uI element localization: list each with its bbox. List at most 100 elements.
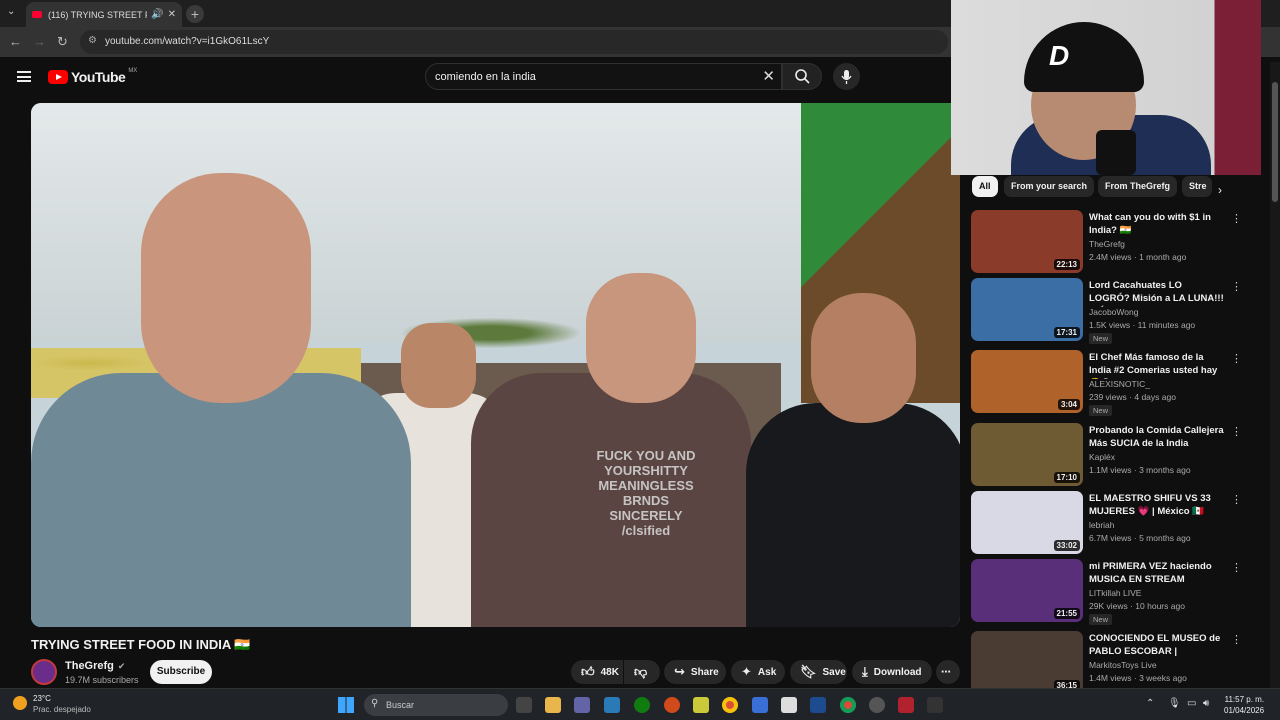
app-z-icon[interactable] xyxy=(693,697,709,713)
video-player[interactable]: FUCK YOU AND YOURSHITTY MEANINGLESS BRND… xyxy=(31,103,960,627)
recommendation-thumbnail[interactable]: 3:04 xyxy=(971,350,1083,413)
xbox-icon[interactable] xyxy=(634,697,650,713)
terminal-icon[interactable] xyxy=(927,697,943,713)
origin-icon[interactable] xyxy=(664,697,680,713)
more-vertical-icon[interactable]: ⋮ xyxy=(1231,212,1242,225)
voice-search-button[interactable] xyxy=(833,63,860,90)
recommendation-title[interactable]: Probando la Comida Callejera Más SUCIA d… xyxy=(1089,424,1224,450)
recommendation-channel[interactable]: TheGrefg xyxy=(1089,239,1125,249)
recommendation-channel[interactable]: ALEXISNOTIC_ xyxy=(1089,379,1150,389)
teams-icon[interactable] xyxy=(574,697,590,713)
save-button[interactable]: 🔖︎ Save xyxy=(790,660,847,684)
show-hidden-icons-icon[interactable]: ⌃ xyxy=(1146,698,1154,709)
recommendation-channel[interactable]: lebriah xyxy=(1089,520,1115,530)
more-vertical-icon[interactable]: ⋮ xyxy=(1231,561,1242,574)
more-vertical-icon[interactable]: ⋮ xyxy=(1231,425,1242,438)
sparkle-icon: ✦ xyxy=(741,664,752,679)
recommendation-channel[interactable]: MarkitosToys Live xyxy=(1089,660,1157,670)
recommendation-item[interactable]: 36:15 CONOCIENDO EL MUSEO de PABLO ESCOBA… xyxy=(971,631,1242,695)
app-blue-icon[interactable] xyxy=(752,697,768,713)
recommendation-channel[interactable]: LITkillah LIVE xyxy=(1089,588,1141,598)
netflix-icon[interactable] xyxy=(898,697,914,713)
download-button[interactable]: ⤓ Download xyxy=(852,660,932,684)
browser-tab-active[interactable]: (116) TRYING STREET FOOD 🔊 ✕ xyxy=(26,2,182,27)
cap-logo: D xyxy=(1049,40,1070,71)
close-tab-icon[interactable]: ✕ xyxy=(168,9,176,20)
recommendation-title[interactable]: El Chef Más famoso de la India #2 Comeri… xyxy=(1089,351,1224,379)
recommendation-thumbnail[interactable]: 22:13 xyxy=(971,210,1083,273)
more-vertical-icon[interactable]: ⋮ xyxy=(1231,280,1242,293)
scrollbar-thumb[interactable] xyxy=(1272,82,1278,202)
ask-button[interactable]: ✦ Ask xyxy=(731,660,785,684)
epic-games-icon[interactable] xyxy=(516,697,532,713)
volume-icon[interactable]: 🔊︎ xyxy=(1203,698,1209,709)
start-menu-icon[interactable] xyxy=(338,697,354,713)
chrome-profile-icon[interactable] xyxy=(840,697,856,713)
youtube-logo[interactable]: YouTube MX xyxy=(48,68,137,85)
chip-from-your-search[interactable]: From your search xyxy=(1004,176,1095,197)
windows-taskbar: 23°C Prac. despejado ⚲ Buscar ⌃ 🎙︎ ▭ 🔊︎ … xyxy=(0,688,1280,720)
speaker-icon[interactable]: 🔊 xyxy=(151,9,163,20)
menu-icon[interactable] xyxy=(17,71,31,82)
dislike-button[interactable]: 👎︎ xyxy=(624,660,660,684)
recommendation-title[interactable]: What can you do with $1 in India? 🇮🇳 xyxy=(1089,211,1224,237)
page-scrollbar[interactable] xyxy=(1270,62,1280,688)
recommendation-item[interactable]: 3:04 El Chef Más famoso de la India #2 Co… xyxy=(971,350,1242,416)
microphone-tray-icon[interactable]: 🎙︎ xyxy=(1168,698,1181,709)
chrome-icon[interactable] xyxy=(722,697,738,713)
recommendation-thumbnail[interactable]: 17:10 xyxy=(971,423,1083,486)
recommendation-item[interactable]: 21:55 mi PRIMERA VEZ haciendo MUSICA EN S… xyxy=(971,559,1242,625)
youtube-header: YouTube MX comiendo en la india ✕ xyxy=(0,57,950,97)
subscribe-button[interactable]: Subscribe xyxy=(150,660,212,684)
reload-icon[interactable]: ↻ xyxy=(57,34,68,50)
video-person-4 xyxy=(746,403,960,627)
recommendation-thumbnail[interactable]: 33:02 xyxy=(971,491,1083,554)
recommendation-item[interactable]: 17:10 Probando la Comida Callejera Más SU… xyxy=(971,423,1242,487)
chevron-right-icon[interactable]: › xyxy=(1218,183,1222,197)
network-icon[interactable]: ▭ xyxy=(1187,698,1196,709)
photoshop-icon[interactable] xyxy=(810,697,826,713)
channel-name[interactable]: TheGrefg ✔ xyxy=(65,660,125,672)
recommendation-item[interactable]: 33:02 EL MAESTRO SHIFU VS 33 MUJERES 💗 | … xyxy=(971,491,1242,555)
recommendation-meta: 1.1M views · 3 months ago xyxy=(1089,465,1191,475)
weather-temp[interactable]: 23°C xyxy=(33,694,51,703)
download-icon: ⤓ xyxy=(862,664,868,679)
weather-icon[interactable] xyxy=(13,696,27,710)
clear-search-icon[interactable]: ✕ xyxy=(762,67,775,85)
chip-stream[interactable]: Stre xyxy=(1182,176,1212,197)
search-input[interactable]: comiendo en la india ✕ xyxy=(425,63,782,90)
recommendation-thumbnail[interactable]: 36:15 xyxy=(971,631,1083,694)
channel-avatar[interactable] xyxy=(31,659,57,685)
recommendation-title[interactable]: Lord Cacahuates LO LOGRÓ? Misión a LA LU… xyxy=(1089,279,1224,307)
taskbar-search[interactable]: ⚲ Buscar xyxy=(364,694,508,716)
chip-all[interactable]: All xyxy=(972,176,998,197)
system-clock[interactable]: 11:57 p. m. 01/04/2026 xyxy=(1224,694,1264,716)
forward-icon[interactable]: → xyxy=(33,34,46,49)
recommendation-title[interactable]: EL MAESTRO SHIFU VS 33 MUJERES 💗 | Méxic… xyxy=(1089,492,1224,518)
address-bar[interactable]: ⚙ youtube.com/watch?v=i1GkO61LscY xyxy=(80,30,948,54)
search-button[interactable] xyxy=(782,63,822,90)
recommendation-item[interactable]: 22:13 What can you do with $1 in India? 🇮… xyxy=(971,210,1242,274)
more-vertical-icon[interactable]: ⋮ xyxy=(1231,493,1242,506)
site-info-icon[interactable]: ⚙ xyxy=(88,35,97,46)
recommendation-title[interactable]: mi PRIMERA VEZ haciendo MUSICA EN STREAM xyxy=(1089,560,1224,586)
share-button[interactable]: ↪ Share xyxy=(664,660,726,684)
recommendation-thumbnail[interactable]: 17:31 xyxy=(971,278,1083,341)
recommendation-item[interactable]: 17:31 Lord Cacahuates LO LOGRÓ? Misión a … xyxy=(971,278,1242,344)
more-vertical-icon[interactable]: ⋮ xyxy=(1231,633,1242,646)
chip-from-thegrefg[interactable]: From TheGrefg xyxy=(1098,176,1178,197)
recommendation-title[interactable]: CONOCIENDO EL MUSEO de PABLO ESCOBAR | M… xyxy=(1089,632,1224,660)
more-vertical-icon[interactable]: ⋮ xyxy=(1231,352,1242,365)
obs-icon[interactable] xyxy=(869,697,885,713)
capcut-icon[interactable] xyxy=(781,697,797,713)
like-button[interactable]: 👍︎ 48K xyxy=(571,660,623,684)
recommendation-channel[interactable]: Kapléx xyxy=(1089,452,1115,462)
recommendation-channel[interactable]: JacoboWong xyxy=(1089,307,1138,317)
new-tab-button[interactable]: + xyxy=(186,5,204,23)
recommendation-thumbnail[interactable]: 21:55 xyxy=(971,559,1083,622)
tab-search-icon[interactable]: ⌄ xyxy=(7,6,15,17)
back-icon[interactable]: ← xyxy=(9,34,22,49)
file-explorer-icon[interactable] xyxy=(545,697,561,713)
more-actions-button[interactable]: ⋯ xyxy=(936,660,960,684)
remote-desktop-icon[interactable] xyxy=(604,697,620,713)
